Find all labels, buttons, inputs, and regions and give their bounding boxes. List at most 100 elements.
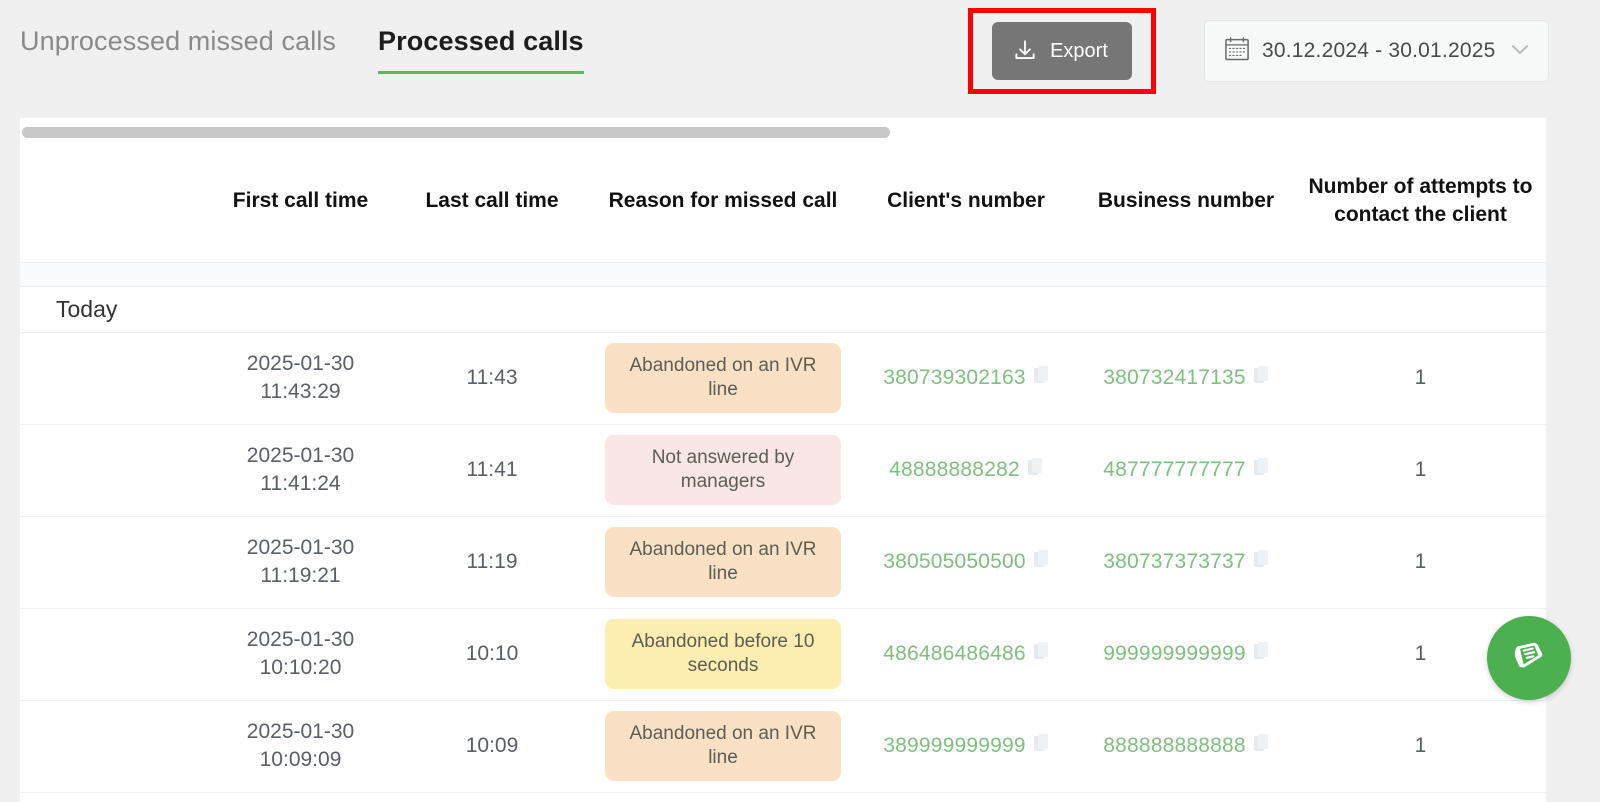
business-number-group: 380737373737 bbox=[1103, 550, 1269, 574]
cell-business-number: 487777777777 bbox=[1077, 424, 1295, 517]
cell-first-call-time: 2025-01-30 11:41:24 bbox=[208, 424, 393, 517]
group-header-label: Today bbox=[20, 286, 1546, 333]
processed-calls-table-card: First call time Last call time Reason fo… bbox=[20, 118, 1546, 802]
cell-blank bbox=[20, 332, 208, 425]
business-number-link[interactable]: 999999999999 bbox=[1103, 642, 1246, 666]
business-number-group: 888888888888 bbox=[1103, 734, 1269, 758]
date-range-picker[interactable]: 30.12.2024 - 30.01.2025 bbox=[1204, 20, 1549, 82]
client-number-link[interactable]: 48888888282 bbox=[889, 458, 1020, 482]
cell-business-number: 380737373737 bbox=[1077, 516, 1295, 609]
attempts-value: 1 bbox=[1414, 550, 1427, 573]
cell-business-number: 888888888888 bbox=[1077, 700, 1295, 793]
table-row[interactable]: 2025-01-30 11:19:21 11:19 Abandoned on a… bbox=[20, 516, 1546, 609]
table-row[interactable]: 2025-01-30 11:41:24 11:41 Not answered b… bbox=[20, 424, 1546, 517]
status-badge: Abandoned on an IVR line bbox=[605, 710, 841, 782]
cell-client-number: 380739302163 bbox=[855, 332, 1077, 425]
business-number-group: 999999999999 bbox=[1103, 642, 1269, 666]
knowledge-base-book-icon bbox=[1508, 636, 1550, 681]
cell-reason: Abandoned on an IVR line bbox=[591, 516, 855, 609]
client-number-group: 48888888282 bbox=[889, 458, 1043, 482]
attempts-value: 1 bbox=[1414, 458, 1427, 481]
cell-first-call-time: 2025-01-30 10:10:20 bbox=[208, 608, 393, 701]
cell-last-call-time: 11:19 bbox=[393, 516, 591, 609]
copy-icon[interactable] bbox=[1253, 642, 1269, 666]
tab-bar: Unprocessed missed calls Processed calls bbox=[0, 0, 584, 75]
export-button[interactable]: Export bbox=[992, 22, 1132, 80]
top-toolbar: Unprocessed missed calls Processed calls… bbox=[0, 0, 1600, 108]
client-number-group: 486486486486 bbox=[883, 642, 1049, 666]
table-spacer-row bbox=[20, 262, 1546, 287]
knowledge-base-fab[interactable] bbox=[1487, 616, 1571, 700]
cell-attempts: 1 bbox=[1295, 424, 1546, 517]
client-number-link[interactable]: 486486486486 bbox=[883, 642, 1026, 666]
copy-icon[interactable] bbox=[1033, 642, 1049, 666]
cell-business-number: 999999999999 bbox=[1077, 608, 1295, 701]
column-header-business-number[interactable]: Business number bbox=[1077, 140, 1295, 263]
cell-reason: Not answered by managers bbox=[591, 424, 855, 517]
business-number-link[interactable]: 487777777777 bbox=[1103, 458, 1246, 482]
last-call-time-value: 10:10 bbox=[465, 642, 519, 665]
first-call-time-value: 2025-01-30 11:43:29 bbox=[246, 352, 355, 403]
business-number-link[interactable]: 380732417135 bbox=[1103, 366, 1246, 390]
table-row[interactable]: 2025-01-30 11:43:29 11:43 Abandoned on a… bbox=[20, 332, 1546, 425]
copy-icon[interactable] bbox=[1027, 458, 1043, 482]
cell-first-call-time: 2025-01-30 10:09:09 bbox=[208, 700, 393, 793]
copy-icon[interactable] bbox=[1033, 734, 1049, 758]
table-row[interactable]: 2025-01-30 10:10:20 10:10 Abandoned befo… bbox=[20, 608, 1546, 701]
last-call-time-value: 10:09 bbox=[465, 734, 519, 757]
client-number-link[interactable]: 389999999999 bbox=[883, 734, 1026, 758]
cell-attempts: 1 bbox=[1295, 332, 1546, 425]
cell-blank bbox=[20, 608, 208, 701]
chevron-down-icon[interactable] bbox=[1506, 35, 1534, 68]
column-header-reason[interactable]: Reason for missed call bbox=[591, 140, 855, 263]
status-badge: Abandoned on an IVR line bbox=[605, 342, 841, 414]
first-call-time-value: 2025-01-30 10:09:09 bbox=[246, 720, 355, 771]
table-row[interactable]: 2025-01-30 10:09:09 10:09 Abandoned on a… bbox=[20, 700, 1546, 793]
client-number-link[interactable]: 380505050500 bbox=[883, 550, 1026, 574]
tab-unprocessed-missed-calls[interactable]: Unprocessed missed calls bbox=[20, 26, 336, 74]
table-header: First call time Last call time Reason fo… bbox=[20, 140, 1546, 263]
business-number-group: 487777777777 bbox=[1103, 458, 1269, 482]
cell-last-call-time: 10:10 bbox=[393, 608, 591, 701]
cell-reason: Abandoned on an IVR line bbox=[591, 700, 855, 793]
status-badge: Abandoned on an IVR line bbox=[605, 526, 841, 598]
horizontal-scrollbar[interactable] bbox=[22, 127, 890, 138]
cell-blank bbox=[20, 424, 208, 517]
first-call-time-value: 2025-01-30 10:10:20 bbox=[246, 628, 355, 679]
copy-icon[interactable] bbox=[1033, 366, 1049, 390]
cell-attempts: 1 bbox=[1295, 516, 1546, 609]
business-number-group: 380732417135 bbox=[1103, 366, 1269, 390]
attempts-value: 1 bbox=[1414, 642, 1427, 665]
status-badge: Abandoned before 10 seconds bbox=[605, 618, 841, 690]
date-range-value: 30.12.2024 - 30.01.2025 bbox=[1262, 39, 1496, 62]
group-header-row-today: Today bbox=[20, 286, 1546, 333]
copy-icon[interactable] bbox=[1253, 550, 1269, 574]
first-call-time-value: 2025-01-30 11:19:21 bbox=[246, 536, 355, 587]
status-badge: Not answered by managers bbox=[605, 434, 841, 506]
cell-client-number: 380505050500 bbox=[855, 516, 1077, 609]
table-spacer-cell bbox=[20, 262, 1546, 287]
cell-business-number: 380732417135 bbox=[1077, 332, 1295, 425]
client-number-group: 380505050500 bbox=[883, 550, 1049, 574]
first-call-time-value: 2025-01-30 11:41:24 bbox=[246, 444, 355, 495]
column-header-client-number[interactable]: Client's number bbox=[855, 140, 1077, 263]
cell-first-call-time: 2025-01-30 11:19:21 bbox=[208, 516, 393, 609]
cell-attempts: 1 bbox=[1295, 700, 1546, 793]
copy-icon[interactable] bbox=[1033, 550, 1049, 574]
column-header-attempts[interactable]: Number of attempts to contact the client bbox=[1295, 140, 1546, 263]
attempts-value: 1 bbox=[1414, 734, 1427, 757]
column-header-first-call-time[interactable]: First call time bbox=[208, 140, 393, 263]
attempts-value: 1 bbox=[1414, 366, 1427, 389]
copy-icon[interactable] bbox=[1253, 734, 1269, 758]
client-number-link[interactable]: 380739302163 bbox=[883, 366, 1026, 390]
tab-processed-calls[interactable]: Processed calls bbox=[378, 26, 584, 75]
copy-icon[interactable] bbox=[1253, 458, 1269, 482]
business-number-link[interactable]: 380737373737 bbox=[1103, 550, 1246, 574]
column-header-last-call-time[interactable]: Last call time bbox=[393, 140, 591, 263]
column-header-blank bbox=[20, 140, 208, 263]
business-number-link[interactable]: 888888888888 bbox=[1103, 734, 1246, 758]
last-call-time-value: 11:19 bbox=[466, 550, 518, 573]
cell-blank bbox=[20, 700, 208, 793]
cell-reason: Abandoned on an IVR line bbox=[591, 332, 855, 425]
copy-icon[interactable] bbox=[1253, 366, 1269, 390]
